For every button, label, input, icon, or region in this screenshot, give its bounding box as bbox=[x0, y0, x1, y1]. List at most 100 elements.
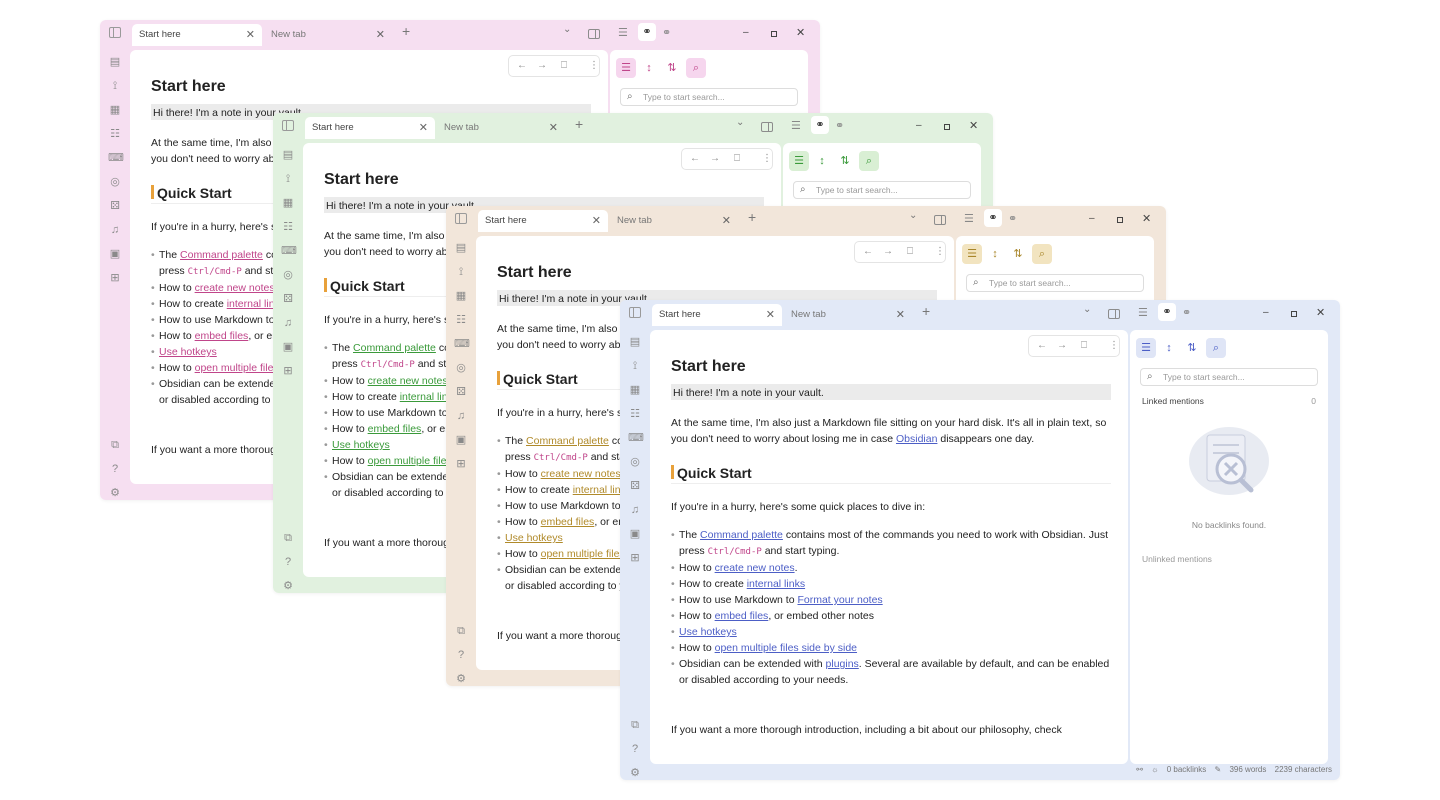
tab-new-tab[interactable]: New tab ✕ bbox=[784, 304, 912, 326]
graph-view-icon[interactable]: ⟟ bbox=[454, 265, 468, 279]
collapse-results-icon[interactable]: ☰ bbox=[616, 58, 636, 78]
close-tab-icon[interactable]: ✕ bbox=[419, 117, 428, 139]
show-more-context-icon[interactable]: ↕ bbox=[1159, 338, 1179, 358]
tab-list-chevron-icon[interactable]: ⌄ bbox=[563, 24, 571, 35]
minimize-button[interactable]: – bbox=[916, 120, 922, 131]
vault-switch-icon[interactable]: ⧉ bbox=[281, 531, 295, 545]
bases-icon[interactable]: ⊞ bbox=[454, 457, 468, 471]
switcher-icon[interactable]: ▤ bbox=[281, 148, 295, 162]
tab-list-chevron-icon[interactable]: ⌄ bbox=[736, 117, 744, 128]
graph-view-icon[interactable]: ⟟ bbox=[628, 359, 642, 373]
random-note-icon[interactable]: ⚄ bbox=[454, 385, 468, 399]
calendar-icon[interactable]: ▦ bbox=[108, 103, 122, 117]
maximize-button[interactable] bbox=[1117, 217, 1123, 223]
create-new-notes-link[interactable]: create new notes bbox=[368, 375, 448, 387]
vault-switch-icon[interactable]: ⧉ bbox=[454, 624, 468, 638]
outgoing-links-icon[interactable]: ⚭ bbox=[1182, 306, 1191, 319]
sync-icon[interactable]: ◎ bbox=[628, 455, 642, 469]
search-input[interactable]: ⌕ Type to start search... bbox=[793, 181, 971, 199]
close-window-button[interactable]: ✕ bbox=[969, 119, 978, 132]
backlinks-icon[interactable]: ⚭ bbox=[638, 23, 656, 41]
search-toggle-icon[interactable]: ⌕ bbox=[686, 58, 706, 78]
collapse-results-icon[interactable]: ☰ bbox=[789, 151, 809, 171]
search-input[interactable]: ⌕ Type to start search... bbox=[1140, 368, 1318, 386]
terminal-icon[interactable]: ⌨ bbox=[454, 337, 470, 351]
show-more-context-icon[interactable]: ↕ bbox=[639, 58, 659, 78]
sidebar-toggle-icon[interactable] bbox=[109, 27, 121, 38]
edit-icon[interactable]: ✎ bbox=[1215, 765, 1222, 774]
calendar-icon[interactable]: ▦ bbox=[628, 383, 642, 397]
minimize-button[interactable]: – bbox=[1263, 307, 1269, 318]
tab-start-here[interactable]: Start here ✕ bbox=[305, 117, 435, 139]
close-tab-icon[interactable]: ✕ bbox=[246, 24, 255, 46]
graph-view-icon[interactable]: ⟟ bbox=[281, 172, 295, 186]
vault-switch-icon[interactable]: ⧉ bbox=[628, 718, 642, 732]
embed-files-link[interactable]: embed files bbox=[541, 516, 595, 528]
templates-icon[interactable]: ☷ bbox=[108, 127, 122, 141]
command-palette-link[interactable]: Command palette bbox=[700, 529, 783, 541]
help-icon[interactable]: ? bbox=[454, 648, 468, 662]
close-window-button[interactable]: ✕ bbox=[1316, 306, 1325, 319]
outline-icon[interactable]: ☰ bbox=[791, 119, 801, 132]
create-new-notes-link[interactable]: create new notes bbox=[195, 282, 275, 294]
bases-icon[interactable]: ⊞ bbox=[281, 364, 295, 378]
new-tab-plus-icon[interactable]: + bbox=[402, 23, 410, 39]
sort-order-icon[interactable]: ⇅ bbox=[1008, 244, 1028, 264]
tab-new-tab[interactable]: New tab ✕ bbox=[264, 24, 392, 46]
show-more-context-icon[interactable]: ↕ bbox=[812, 151, 832, 171]
use-hotkeys-link[interactable]: Use hotkeys bbox=[679, 626, 737, 638]
audio-recorder-icon[interactable]: ♫ bbox=[454, 409, 468, 423]
search-toggle-icon[interactable]: ⌕ bbox=[1032, 244, 1052, 264]
maximize-button[interactable] bbox=[1291, 311, 1297, 317]
terminal-icon[interactable]: ⌨ bbox=[628, 431, 644, 445]
tab-list-chevron-icon[interactable]: ⌄ bbox=[909, 210, 917, 221]
tab-list-chevron-icon[interactable]: ⌄ bbox=[1083, 304, 1091, 315]
random-note-icon[interactable]: ⚄ bbox=[108, 199, 122, 213]
templates-icon[interactable]: ☷ bbox=[281, 220, 295, 234]
close-tab-icon[interactable]: ✕ bbox=[722, 210, 731, 232]
switcher-icon[interactable]: ▤ bbox=[628, 335, 642, 349]
right-sidebar-toggle-icon[interactable] bbox=[934, 215, 946, 225]
sync-icon[interactable]: ◎ bbox=[108, 175, 122, 189]
use-hotkeys-link[interactable]: Use hotkeys bbox=[159, 346, 217, 358]
help-icon[interactable]: ? bbox=[108, 462, 122, 476]
use-hotkeys-link[interactable]: Use hotkeys bbox=[332, 439, 390, 451]
plugins-link[interactable]: plugins bbox=[826, 658, 859, 670]
close-tab-icon[interactable]: ✕ bbox=[896, 304, 905, 326]
backlinks-icon[interactable]: ⚭ bbox=[811, 116, 829, 134]
switcher-icon[interactable]: ▤ bbox=[454, 241, 468, 255]
use-hotkeys-link[interactable]: Use hotkeys bbox=[505, 532, 563, 544]
bases-icon[interactable]: ⊞ bbox=[108, 271, 122, 285]
audio-recorder-icon[interactable]: ♫ bbox=[108, 223, 122, 237]
right-sidebar-toggle-icon[interactable] bbox=[761, 122, 773, 132]
terminal-icon[interactable]: ⌨ bbox=[281, 244, 297, 258]
calendar-icon[interactable]: ▦ bbox=[281, 196, 295, 210]
templates-icon[interactable]: ☷ bbox=[454, 313, 468, 327]
audio-recorder-icon[interactable]: ♫ bbox=[628, 503, 642, 517]
collapse-results-icon[interactable]: ☰ bbox=[1136, 338, 1156, 358]
show-more-context-icon[interactable]: ↕ bbox=[985, 244, 1005, 264]
help-icon[interactable]: ? bbox=[281, 555, 295, 569]
search-input[interactable]: ⌕ Type to start search... bbox=[966, 274, 1144, 292]
outline-icon[interactable]: ☰ bbox=[964, 212, 974, 225]
close-tab-icon[interactable]: ✕ bbox=[376, 24, 385, 46]
settings-gear-icon[interactable]: ⚙ bbox=[281, 579, 295, 593]
backlinks-count[interactable]: 0 backlinks bbox=[1167, 765, 1207, 774]
close-tab-icon[interactable]: ✕ bbox=[592, 210, 601, 232]
settings-gear-icon[interactable]: ⚙ bbox=[628, 766, 642, 780]
minimize-button[interactable]: – bbox=[743, 27, 749, 38]
sidebar-toggle-icon[interactable] bbox=[629, 307, 641, 318]
search-toggle-icon[interactable]: ⌕ bbox=[859, 151, 879, 171]
internal-links-link[interactable]: internal links bbox=[747, 578, 805, 590]
create-new-notes-link[interactable]: create new notes bbox=[541, 468, 621, 480]
templates-icon[interactable]: ☷ bbox=[628, 407, 642, 421]
new-tab-plus-icon[interactable]: + bbox=[922, 303, 930, 319]
tab-start-here[interactable]: Start here ✕ bbox=[132, 24, 262, 46]
right-sidebar-toggle-icon[interactable] bbox=[588, 29, 600, 39]
backlinks-icon[interactable]: ⚭ bbox=[984, 209, 1002, 227]
sort-order-icon[interactable]: ⇅ bbox=[835, 151, 855, 171]
tab-new-tab[interactable]: New tab ✕ bbox=[437, 117, 565, 139]
outgoing-links-icon[interactable]: ⚭ bbox=[662, 26, 671, 39]
unlinked-mentions-header[interactable]: Unlinked mentions bbox=[1142, 554, 1212, 564]
embed-files-link[interactable]: embed files bbox=[195, 330, 249, 342]
